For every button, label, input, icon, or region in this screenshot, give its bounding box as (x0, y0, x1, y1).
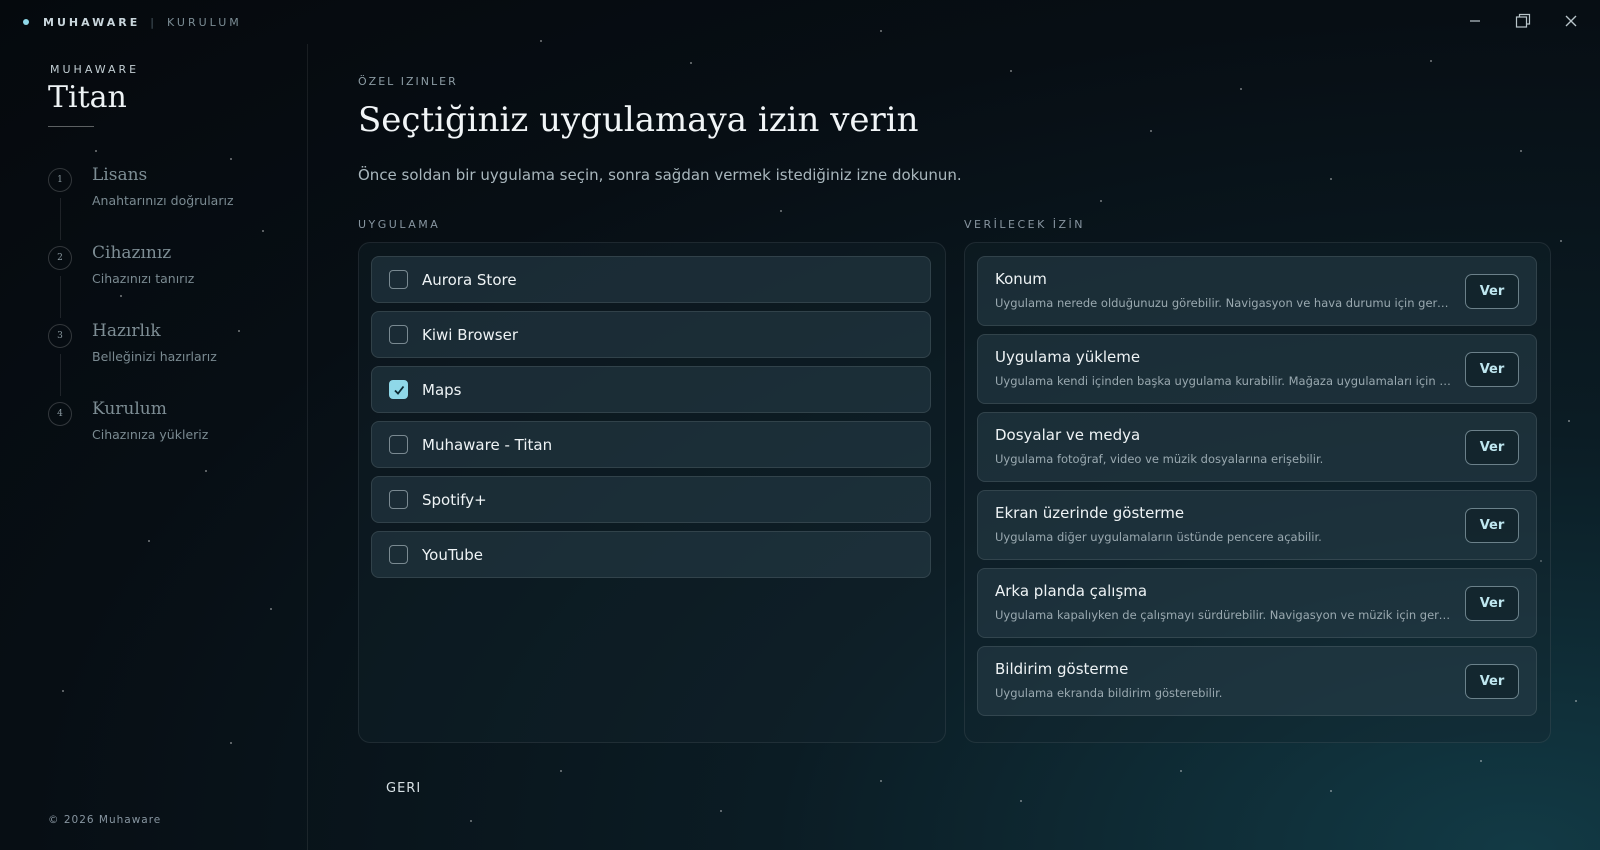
step-description: Belleğinizi hazırlarız (92, 349, 217, 364)
app-name: Kiwi Browser (422, 325, 518, 344)
grant-button[interactable]: Ver (1465, 508, 1519, 543)
sidebar: MUHAWARE Titan 1 Lisans Anahtarınızı doğ… (0, 44, 308, 850)
window-section-name: KURULUM (166, 15, 242, 29)
permission-description: Uygulama fotoğraf, video ve müzik dosyal… (995, 452, 1324, 466)
app-list-panel: Aurora Store Kiwi Browser Maps Muhaware … (358, 242, 946, 743)
app-name: Maps (422, 380, 462, 399)
app-checkbox[interactable] (389, 270, 408, 289)
step-description: Anahtarınızı doğrularız (92, 193, 234, 208)
step-number: 2 (48, 246, 72, 270)
app-item-youtube[interactable]: YouTube (371, 531, 931, 578)
app-item-aurora-store[interactable]: Aurora Store (371, 256, 931, 303)
page-eyebrow: ÖZEL IZINLER (358, 75, 458, 88)
app-name: YouTube (422, 545, 483, 564)
status-dot-icon (23, 19, 29, 25)
step-description: Cihazınızı tanırız (92, 271, 195, 286)
step-connector (60, 354, 61, 396)
app-checkbox[interactable] (389, 545, 408, 564)
app-item-maps[interactable]: Maps (371, 366, 931, 413)
permission-title: Uygulama yükleme (995, 348, 1141, 366)
grant-button[interactable]: Ver (1465, 664, 1519, 699)
step-title: Cihazınız (92, 243, 172, 263)
maximize-button[interactable] (1508, 8, 1538, 34)
permission-title: Dosyalar ve medya (995, 426, 1141, 444)
window-brand-name: MUHAWARE (43, 15, 141, 29)
app-item-muhaware-titan[interactable]: Muhaware - Titan (371, 421, 931, 468)
permission-item-location: Konum Uygulama nerede olduğunuzu görebil… (977, 256, 1537, 326)
permission-title: Arka planda çalışma (995, 582, 1148, 600)
permission-item-notifications: Bildirim gösterme Uygulama ekranda bildi… (977, 646, 1537, 716)
title-underline (48, 126, 94, 127)
maximize-icon (1515, 13, 1531, 28)
window-controls (1460, 8, 1586, 34)
brand-separator: | (150, 15, 157, 29)
close-button[interactable] (1556, 8, 1586, 34)
app-checkbox[interactable] (389, 435, 408, 454)
page-title: Seçtiğiniz uygulamaya izin verin (358, 100, 919, 140)
permission-list-panel: Konum Uygulama nerede olduğunuzu görebil… (964, 242, 1551, 743)
grant-button[interactable]: Ver (1465, 274, 1519, 309)
app-item-spotify-plus[interactable]: Spotify+ (371, 476, 931, 523)
close-icon (1565, 15, 1577, 27)
step-title: Hazırlık (92, 321, 161, 341)
product-title: Titan (48, 80, 127, 115)
step-title: Kurulum (92, 399, 167, 419)
apps-column-label: UYGULAMA (358, 218, 441, 231)
minimize-button[interactable] (1460, 8, 1490, 34)
grant-button[interactable]: Ver (1465, 430, 1519, 465)
permission-description: Uygulama diğer uygulamaların üstünde pen… (995, 530, 1322, 544)
copyright-text: © 2026 Muhaware (48, 814, 162, 826)
grant-button[interactable]: Ver (1465, 352, 1519, 387)
grant-button[interactable]: Ver (1465, 586, 1519, 621)
app-checkbox[interactable] (389, 490, 408, 509)
back-button[interactable]: GERI (386, 781, 421, 796)
app-name: Spotify+ (422, 490, 487, 509)
window-brand: MUHAWARE | KURULUM (23, 16, 242, 29)
permission-description: Uygulama nerede olduğunuzu görebilir. Na… (995, 296, 1455, 310)
app-checkbox-checked[interactable] (389, 380, 408, 399)
step-connector (60, 276, 61, 318)
app-item-kiwi-browser[interactable]: Kiwi Browser (371, 311, 931, 358)
permissions-column-label: VERİLECEK İZİN (964, 218, 1086, 231)
permission-title: Bildirim gösterme (995, 660, 1129, 678)
step-number: 1 (48, 168, 72, 192)
permission-title: Konum (995, 270, 1047, 288)
minimize-icon (1470, 20, 1480, 22)
permission-description: Uygulama kapalıyken de çalışmayı sürdüre… (995, 608, 1455, 622)
sidebar-brand: MUHAWARE (50, 63, 140, 76)
permission-item-install-apps: Uygulama yükleme Uygulama kendi içinden … (977, 334, 1537, 404)
step-description: Cihazınıza yükleriz (92, 427, 209, 442)
title-bar: MUHAWARE | KURULUM (0, 0, 1600, 44)
checkmark-icon (393, 385, 404, 395)
step-title: Lisans (92, 165, 148, 185)
app-checkbox[interactable] (389, 325, 408, 344)
app-name: Muhaware - Titan (422, 435, 553, 454)
step-number: 4 (48, 402, 72, 426)
permission-item-files-media: Dosyalar ve medya Uygulama fotoğraf, vid… (977, 412, 1537, 482)
permission-item-overlay: Ekran üzerinde gösterme Uygulama diğer u… (977, 490, 1537, 560)
permission-description: Uygulama ekranda bildirim gösterebilir. (995, 686, 1223, 700)
step-number: 3 (48, 324, 72, 348)
step-connector (60, 198, 61, 240)
permission-description: Uygulama kendi içinden başka uygulama ku… (995, 374, 1455, 388)
permission-title: Ekran üzerinde gösterme (995, 504, 1185, 522)
permission-item-background: Arka planda çalışma Uygulama kapalıyken … (977, 568, 1537, 638)
app-name: Aurora Store (422, 270, 517, 289)
page-subtitle: Önce soldan bir uygulama seçin, sonra sa… (358, 166, 962, 184)
